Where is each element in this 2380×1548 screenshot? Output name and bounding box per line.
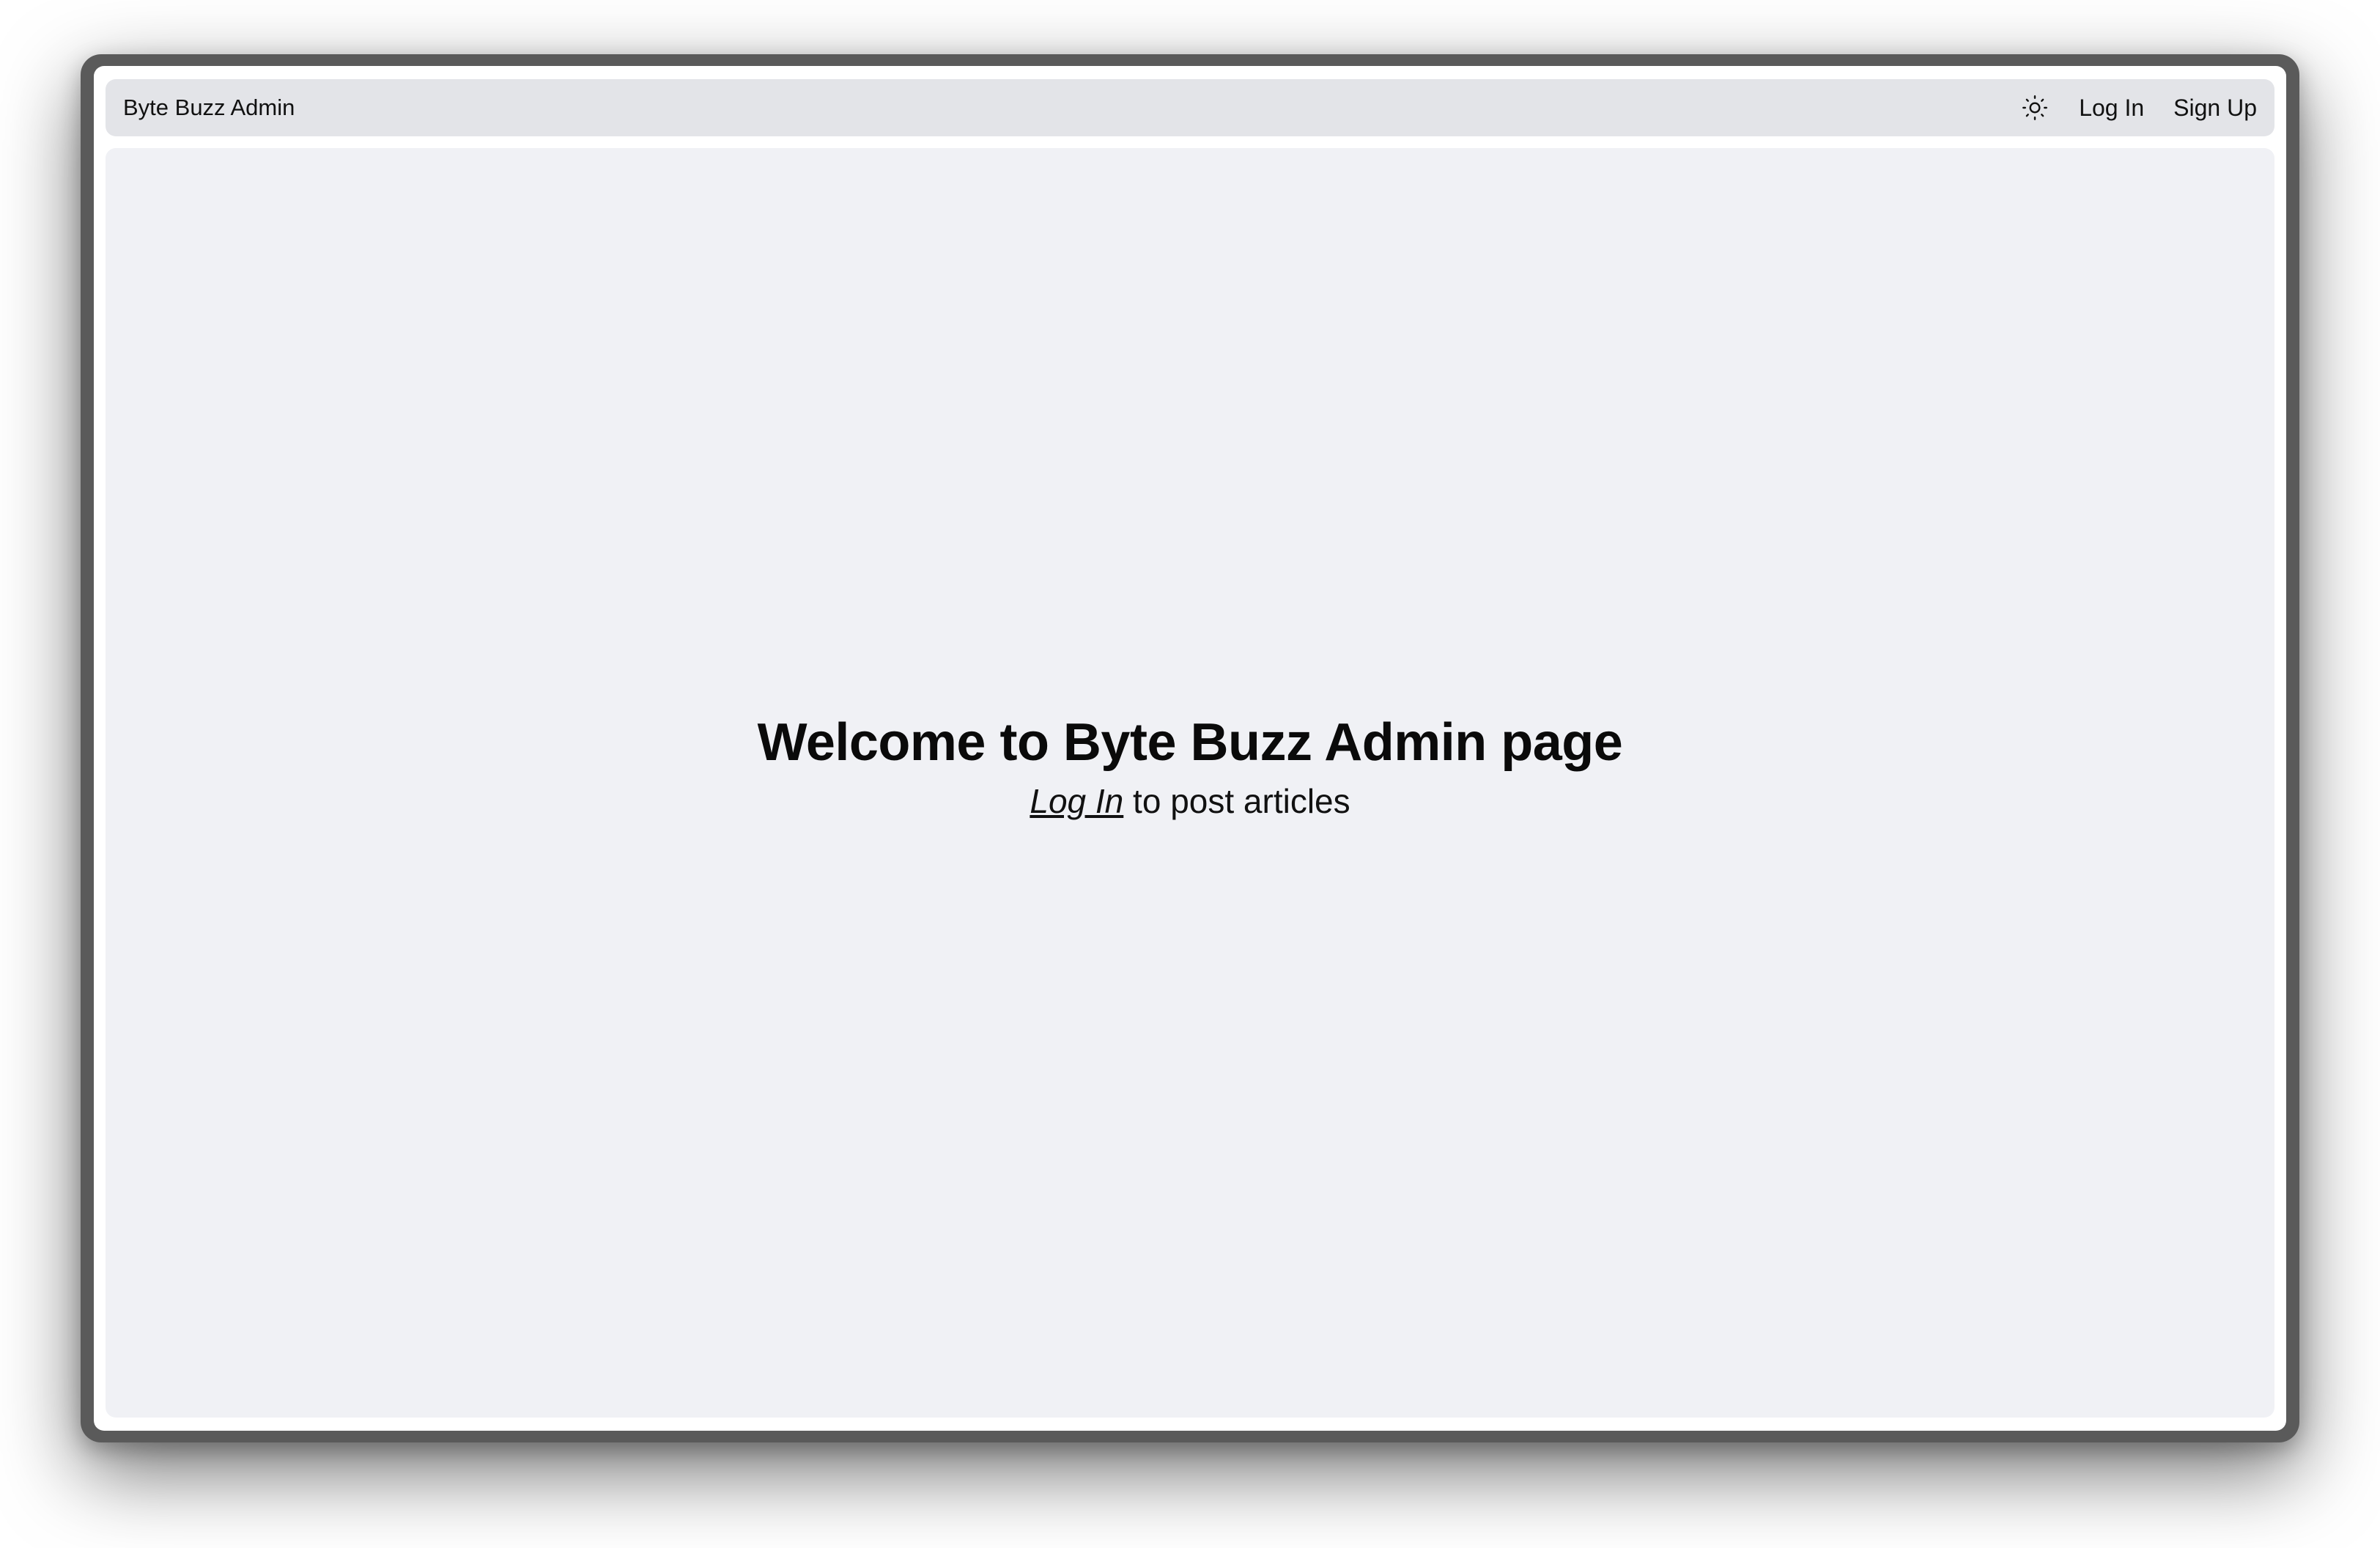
top-navbar: Byte Buzz Admin Log In Sign Up [106,79,2274,136]
welcome-section: Welcome to Byte Buzz Admin page Log In t… [758,712,1623,821]
brand-title[interactable]: Byte Buzz Admin [123,95,295,121]
inline-login-link[interactable]: Log In [1030,782,1123,820]
signup-link[interactable]: Sign Up [2173,95,2257,122]
login-link[interactable]: Log In [2079,95,2144,122]
login-prompt: Log In to post articles [1030,781,1350,821]
theme-toggle-button[interactable] [2020,93,2050,122]
page-title: Welcome to Byte Buzz Admin page [757,713,1623,772]
main-content: Welcome to Byte Buzz Admin page Log In t… [106,148,2274,1418]
app-window: Byte Buzz Admin Log In Sign Up Welcome t… [94,66,2286,1431]
navbar-actions: Log In Sign Up [2020,93,2257,122]
sun-icon [2022,95,2048,120]
login-prompt-text: to post articles [1123,782,1350,820]
